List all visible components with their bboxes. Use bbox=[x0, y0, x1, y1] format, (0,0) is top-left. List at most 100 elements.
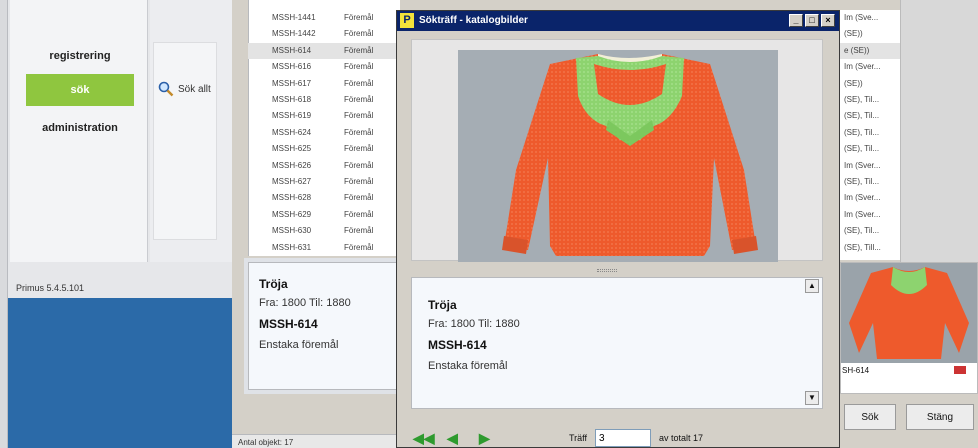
table-row[interactable]: MSSH-625 Föremål bbox=[248, 141, 400, 157]
table-row[interactable]: MSSH-624 Föremål bbox=[248, 125, 400, 141]
quick-search-inner bbox=[153, 42, 217, 240]
detail-dates: Fra: 1800 Til: 1880 bbox=[259, 297, 351, 309]
right-list-item[interactable]: (SE), Til... bbox=[840, 174, 900, 190]
row-id: MSSH-617 bbox=[272, 78, 312, 88]
main-menu: registrering sök administration bbox=[10, 0, 148, 262]
detail-panel: Tröja Fra: 1800 Til: 1880 MSSH-614 Ensta… bbox=[248, 262, 400, 390]
description-type: Enstaka föremål bbox=[428, 360, 508, 372]
row-type: Föremål bbox=[344, 242, 374, 252]
navigation-bar: ◀◀ ◀ ▶ Träff av totalt 17 bbox=[397, 419, 839, 447]
hit-number-input[interactable] bbox=[595, 429, 651, 447]
table-row[interactable]: MSSH-614 Föremål bbox=[248, 42, 400, 59]
right-scroll-area[interactable] bbox=[900, 0, 978, 262]
maximize-button[interactable]: □ bbox=[805, 14, 819, 27]
right-list-item[interactable]: Im (Sver... bbox=[840, 158, 900, 174]
right-list-item[interactable]: Im (Sver... bbox=[840, 190, 900, 206]
close-button[interactable]: Stäng bbox=[906, 404, 974, 430]
image-panel bbox=[411, 39, 823, 262]
description-title: Tröja bbox=[428, 298, 457, 312]
right-list-item[interactable]: (SE), Til... bbox=[840, 223, 900, 239]
search-all-link[interactable]: Sök allt bbox=[158, 80, 211, 98]
row-type: Föremål bbox=[344, 62, 374, 72]
right-list-item[interactable]: (SE), Til... bbox=[840, 125, 900, 141]
row-type: Föremål bbox=[344, 111, 374, 121]
row-id: MSSH-631 bbox=[272, 242, 312, 252]
results-rows: MSSH-1441 Föremål MSSH-1442 Föremål MSSH-614… bbox=[248, 10, 400, 256]
right-thumbnail-id: SH-614 bbox=[842, 366, 870, 375]
nav-administration[interactable]: administration bbox=[26, 112, 134, 144]
search-all-label: Sök allt bbox=[178, 83, 211, 95]
table-row[interactable]: MSSH-630 Föremål bbox=[248, 223, 400, 239]
sweater-image bbox=[458, 50, 778, 262]
scroll-up-button[interactable]: ▲ bbox=[805, 279, 819, 293]
nav-registrering[interactable]: registrering bbox=[26, 40, 134, 72]
description-dates: Fra: 1800 Til: 1880 bbox=[428, 318, 520, 330]
dialog-titlebar[interactable]: P Sökträff - katalogbilder _ □ × bbox=[397, 11, 839, 31]
search-button[interactable]: Sök bbox=[844, 404, 896, 430]
table-row[interactable]: MSSH-1441 Föremål bbox=[248, 10, 400, 26]
table-row[interactable]: MSSH-626 Föremål bbox=[248, 158, 400, 174]
table-row[interactable]: MSSH-629 Föremål bbox=[248, 207, 400, 223]
table-row[interactable]: MSSH-631 Föremål bbox=[248, 240, 400, 256]
table-row[interactable]: MSSH-1442 Föremål bbox=[248, 26, 400, 42]
right-list-item[interactable]: Im (Sve... bbox=[840, 10, 900, 26]
magnifier-icon bbox=[158, 81, 174, 97]
table-row[interactable]: MSSH-619 Föremål bbox=[248, 108, 400, 124]
total-label: av totalt 17 bbox=[659, 433, 704, 443]
right-list-item[interactable]: (SE)) bbox=[840, 26, 900, 42]
object-count: Antal objekt: 17 bbox=[232, 434, 400, 448]
table-row[interactable]: MSSH-616 Föremål bbox=[248, 59, 400, 75]
right-list-item[interactable]: Im (Sver... bbox=[840, 59, 900, 75]
right-list-item[interactable]: (SE), Til... bbox=[840, 141, 900, 157]
scroll-down-button[interactable]: ▼ bbox=[805, 391, 819, 405]
right-list-item[interactable]: Im (Sver... bbox=[840, 207, 900, 223]
row-type: Föremål bbox=[344, 29, 374, 39]
row-id: MSSH-626 bbox=[272, 160, 312, 170]
row-id: MSSH-630 bbox=[272, 226, 312, 236]
description-id: MSSH-614 bbox=[428, 338, 487, 352]
table-row[interactable]: MSSH-617 Föremål bbox=[248, 76, 400, 92]
prev-arrow-icon[interactable]: ◀ bbox=[447, 431, 458, 445]
row-id: MSSH-619 bbox=[272, 111, 312, 121]
row-id: MSSH-1442 bbox=[272, 29, 316, 39]
row-type: Föremål bbox=[344, 177, 374, 186]
right-list-item[interactable]: (SE)) bbox=[840, 76, 900, 92]
primus-app-icon: P bbox=[400, 13, 414, 28]
sidebar-edge bbox=[0, 0, 8, 448]
close-window-button[interactable]: × bbox=[821, 14, 835, 27]
version-text: Primus 5.4.5.101 bbox=[16, 283, 85, 293]
row-type: Föremål bbox=[344, 226, 374, 236]
first-arrow-icon[interactable]: ◀◀ bbox=[413, 431, 435, 445]
row-type: Föremål bbox=[344, 160, 374, 170]
panel-splitter[interactable] bbox=[597, 269, 617, 272]
minimize-button[interactable]: _ bbox=[789, 14, 803, 27]
row-type: Föremål bbox=[344, 209, 374, 219]
table-row[interactable]: MSSH-627 Föremål bbox=[248, 174, 400, 190]
row-id: MSSH-629 bbox=[272, 209, 312, 219]
row-type: Föremål bbox=[344, 193, 374, 203]
right-list-item[interactable]: e (SE)) bbox=[840, 42, 900, 59]
image-dialog: P Sökträff - katalogbilder _ □ × Tröja F… bbox=[396, 10, 840, 448]
row-id: MSSH-625 bbox=[272, 144, 312, 154]
hit-label: Träff bbox=[569, 433, 588, 443]
right-list-item[interactable]: (SE), Til... bbox=[840, 92, 900, 108]
right-sweater-thumbnail[interactable] bbox=[841, 263, 977, 363]
next-arrow-icon[interactable]: ▶ bbox=[479, 431, 490, 445]
row-id: MSSH-628 bbox=[272, 193, 312, 203]
nav-sok[interactable]: sök bbox=[26, 74, 134, 106]
row-type: Föremål bbox=[344, 78, 374, 88]
right-list-item[interactable]: (SE), Til... bbox=[840, 108, 900, 124]
table-row[interactable]: MSSH-628 Föremål bbox=[248, 190, 400, 206]
flag-icon bbox=[954, 366, 966, 374]
row-type: Föremål bbox=[344, 144, 374, 154]
table-row[interactable]: MSSH-618 Föremål bbox=[248, 92, 400, 108]
description-panel: Tröja Fra: 1800 Til: 1880 MSSH-614 Ensta… bbox=[411, 277, 823, 409]
sweater-photo[interactable] bbox=[458, 50, 778, 262]
detail-id: MSSH-614 bbox=[259, 317, 318, 331]
right-list-item[interactable]: (SE), Till... bbox=[840, 240, 900, 256]
row-type: Föremål bbox=[344, 45, 374, 55]
dialog-title: Sökträff - katalogbilder bbox=[419, 15, 528, 26]
row-id: MSSH-616 bbox=[272, 62, 312, 72]
row-type: Föremål bbox=[344, 13, 374, 22]
row-type: Föremål bbox=[344, 95, 374, 104]
